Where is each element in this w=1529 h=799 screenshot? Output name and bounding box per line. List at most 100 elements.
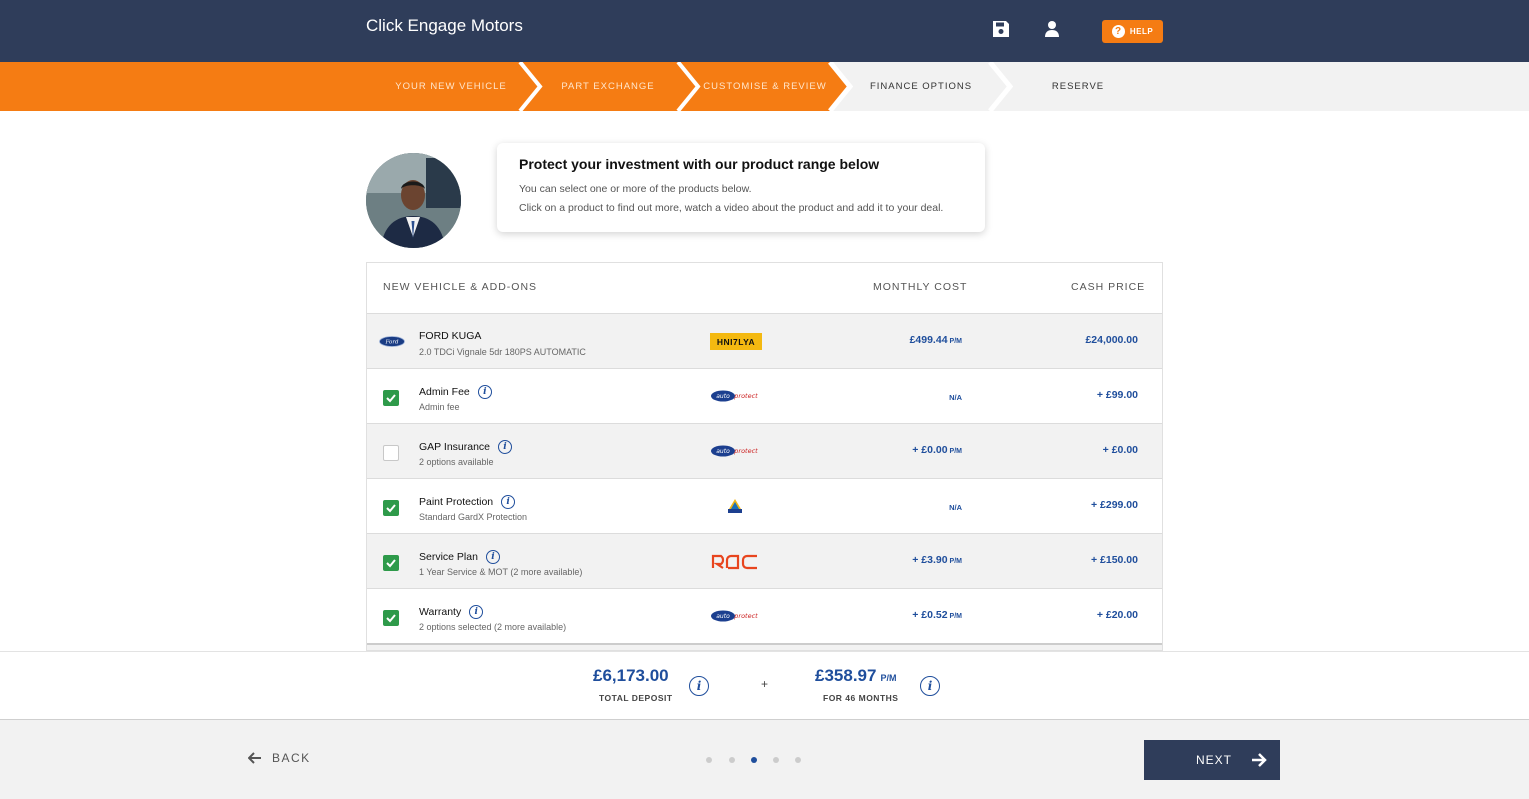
table-row <box>367 643 1162 650</box>
gap-insurance-title-text: GAP Insurance <box>419 441 491 453</box>
warranty-sub: 2 options selected (2 more available) <box>419 622 567 632</box>
addon-row-warranty[interactable]: Warranty i 2 options selected (2 more ava… <box>367 588 1162 643</box>
next-button[interactable]: NEXT <box>1144 740 1280 780</box>
service-plan-title-text: Service Plan <box>419 551 478 563</box>
paint-protection-cash: + £299.00 <box>1090 499 1138 511</box>
pager-dot[interactable] <box>795 757 801 763</box>
warranty-monthly-value: + £0.52 <box>912 609 948 621</box>
service-plan-checkbox[interactable] <box>383 555 399 571</box>
top-bar: Click Engage Motors ? HELP <box>0 0 1529 62</box>
monthly-total-value: £358.97 <box>815 666 877 685</box>
svg-text:Ford: Ford <box>385 340 399 346</box>
addon-row-admin-fee[interactable]: Admin Fee i Admin fee auto protect N/A + … <box>367 368 1162 423</box>
admin-fee-sub: Admin fee <box>419 402 460 412</box>
info-icon[interactable]: i <box>485 550 500 564</box>
header-cash: CASH PRICE <box>1071 281 1146 293</box>
vehicle-name: FORD KUGA <box>419 330 481 342</box>
service-plan-monthly-value: + £3.90 <box>912 554 948 566</box>
vehicle-cash: £24,000.00 <box>1085 334 1138 346</box>
pager-dot[interactable] <box>773 757 779 763</box>
step-finance-options[interactable]: FINANCE OPTIONS <box>870 81 972 92</box>
back-button[interactable]: BACK <box>248 751 311 765</box>
service-plan-monthly-pm: P/M <box>949 558 962 565</box>
monthly-total: £358.97 P/M <box>815 666 896 686</box>
admin-fee-cash: + £99.00 <box>1096 389 1138 401</box>
advisor-line-1: You can select one or more of the produc… <box>519 183 752 195</box>
vehicle-monthly-pm: P/M <box>949 338 962 345</box>
svg-text:protect: protect <box>733 447 758 455</box>
addon-row-service-plan[interactable]: Service Plan i 1 Year Service & MOT (2 mo… <box>367 533 1162 588</box>
help-icon: ? <box>1111 25 1125 38</box>
info-icon[interactable]: i <box>501 495 516 509</box>
total-deposit-value: £6,173.00 <box>593 666 669 685</box>
autoprotect-logo: auto protect <box>711 390 758 402</box>
paint-protection-title-text: Paint Protection <box>419 496 494 508</box>
info-icon[interactable]: i <box>477 385 492 399</box>
info-icon[interactable]: i <box>498 440 513 454</box>
number-plate: HNI7LYA <box>710 333 762 350</box>
pager-dot-active[interactable] <box>751 757 757 763</box>
info-icon[interactable]: i <box>469 605 484 619</box>
warranty-title-text: Warranty <box>419 606 462 618</box>
user-icon[interactable] <box>1044 20 1064 40</box>
addon-row-gap-insurance[interactable]: GAP Insurance i 2 options available auto … <box>367 423 1162 478</box>
gap-insurance-monthly-pm: P/M <box>949 448 962 455</box>
products-table: NEW VEHICLE & ADD-ONS MONTHLY COST CASH … <box>366 262 1163 651</box>
warranty-checkbox[interactable] <box>383 610 399 626</box>
monthly-info-icon[interactable]: i <box>920 676 940 696</box>
arrow-right-icon <box>1252 753 1267 767</box>
advisor-line-2: Click on a product to find out more, wat… <box>519 202 944 214</box>
header-item: NEW VEHICLE & ADD-ONS <box>383 281 538 293</box>
admin-fee-monthly: N/A <box>949 393 962 402</box>
advisor-title: Protect your investment with our product… <box>519 156 880 172</box>
footer-nav: BACK NEXT <box>0 720 1529 799</box>
brand-title: Click Engage Motors <box>366 16 523 35</box>
vehicle-name-text: FORD KUGA <box>419 330 482 342</box>
advisor-avatar <box>366 153 461 248</box>
gap-insurance-checkbox[interactable] <box>383 445 399 461</box>
pager-dot[interactable] <box>729 757 735 763</box>
paint-protection-title: Paint Protection i <box>419 495 516 509</box>
paint-protection-checkbox[interactable] <box>383 500 399 516</box>
svg-text:protect: protect <box>733 612 758 620</box>
header-monthly: MONTHLY COST <box>873 281 968 293</box>
bubble-tail <box>476 170 498 190</box>
gardx-logo <box>728 499 742 513</box>
admin-fee-title-text: Admin Fee <box>419 386 470 398</box>
gap-insurance-monthly: + £0.00 P/M <box>912 444 962 456</box>
warranty-monthly: + £0.52 P/M <box>912 609 962 621</box>
svg-text:auto: auto <box>716 448 730 455</box>
svg-text:protect: protect <box>733 392 758 400</box>
svg-text:auto: auto <box>716 393 730 400</box>
help-label: HELP <box>1129 27 1154 36</box>
monthly-total-pm: P/M <box>880 673 897 683</box>
warranty-cash: + £20.00 <box>1096 609 1138 621</box>
arrow-left-icon <box>248 752 261 764</box>
step-reserve[interactable]: RESERVE <box>1052 81 1104 92</box>
step-your-new-vehicle[interactable]: YOUR NEW VEHICLE <box>395 81 507 92</box>
rac-logo <box>711 554 757 570</box>
step-part-exchange[interactable]: PART EXCHANGE <box>561 81 654 92</box>
paint-protection-monthly: N/A <box>949 503 962 512</box>
service-plan-cash: + £150.00 <box>1090 554 1138 566</box>
vehicle-row[interactable]: Ford FORD KUGA 2.0 TDCi Vignale 5dr 180P… <box>367 313 1162 368</box>
pager-dot[interactable] <box>706 757 712 763</box>
admin-fee-checkbox[interactable] <box>383 390 399 406</box>
service-plan-monthly: + £3.90 P/M <box>912 554 962 566</box>
addon-row-paint-protection[interactable]: Paint Protection i Standard GardX Protect… <box>367 478 1162 533</box>
gap-insurance-sub: 2 options available <box>419 457 494 467</box>
autoprotect-logo: auto protect <box>711 445 758 457</box>
service-plan-title: Service Plan i <box>419 550 500 564</box>
help-button[interactable]: ? HELP <box>1102 20 1163 43</box>
plus-sign: + <box>761 677 769 691</box>
gap-insurance-cash: + £0.00 <box>1102 444 1138 456</box>
monthly-term-label: FOR 46 MONTHS <box>823 693 899 703</box>
save-icon[interactable] <box>992 20 1012 40</box>
service-plan-sub: 1 Year Service & MOT (2 more available) <box>419 567 583 577</box>
vehicle-spec: 2.0 TDCi Vignale 5dr 180PS AUTOMATIC <box>419 347 586 357</box>
deposit-info-icon[interactable]: i <box>689 676 709 696</box>
advisor-message: Protect your investment with our product… <box>497 143 985 232</box>
next-label: NEXT <box>1196 753 1233 767</box>
step-customise-review[interactable]: CUSTOMISE & REVIEW <box>703 81 826 92</box>
warranty-monthly-pm: P/M <box>949 613 962 620</box>
